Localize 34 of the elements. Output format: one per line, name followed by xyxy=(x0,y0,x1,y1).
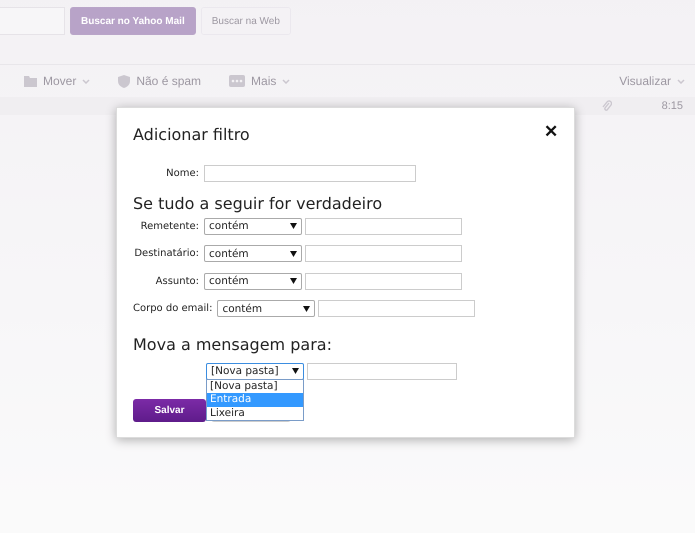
dialog-title: Adicionar filtro xyxy=(133,125,250,144)
close-button[interactable]: ✕ xyxy=(544,123,558,140)
caret-icon xyxy=(290,278,297,284)
shield-icon xyxy=(118,74,130,88)
value-field[interactable] xyxy=(305,245,462,262)
value-field[interactable] xyxy=(305,272,462,290)
value-field[interactable] xyxy=(305,218,462,235)
message-time: 8:15 xyxy=(662,100,683,112)
section-heading: Se tudo a seguir for verdadeiro xyxy=(133,194,384,212)
save-button[interactable]: Salvar xyxy=(133,399,206,422)
operator-select[interactable]: contém xyxy=(204,245,302,262)
caret-icon xyxy=(290,250,297,257)
value-field[interactable] xyxy=(318,300,476,318)
operator-select[interactable]: contém xyxy=(204,218,302,235)
operator-select[interactable]: contém xyxy=(204,272,302,290)
field-label: Remetente: xyxy=(140,220,199,232)
folder-icon xyxy=(24,75,37,87)
chevron-icon xyxy=(282,78,290,84)
folder-name-field[interactable] xyxy=(307,362,457,380)
folder-select[interactable]: [Nova pasta] xyxy=(206,362,304,380)
name-field[interactable] xyxy=(204,165,416,182)
chevron-icon xyxy=(82,78,90,84)
field-label: Destinatário: xyxy=(133,248,199,260)
field-label: Nome: xyxy=(165,168,199,180)
section-heading: Mova a mensagem para: xyxy=(133,334,333,354)
field-label: Corpo do email: xyxy=(133,303,212,314)
operator-select[interactable]: contém xyxy=(217,300,316,318)
caret-icon xyxy=(303,306,310,312)
caret-icon xyxy=(292,368,299,374)
paperclip-icon xyxy=(602,100,612,112)
caret-icon xyxy=(290,223,297,230)
more-icon xyxy=(229,75,246,87)
field-label: Assunto: xyxy=(154,276,199,287)
chevron-icon xyxy=(677,78,685,84)
